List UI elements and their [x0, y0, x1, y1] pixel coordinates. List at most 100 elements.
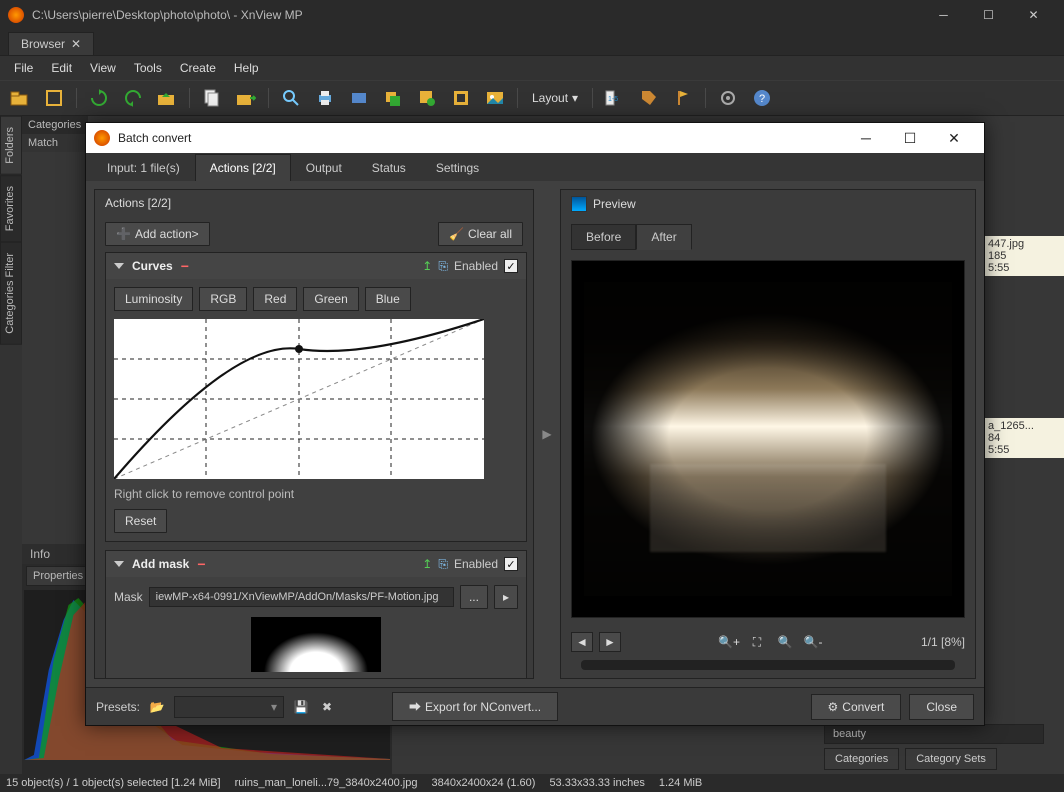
fit-icon[interactable]: ⛶	[746, 632, 768, 652]
presets-dropdown[interactable]	[174, 696, 284, 718]
collapse-icon[interactable]	[114, 263, 124, 269]
menu-create[interactable]: Create	[172, 58, 224, 78]
thumb-file-2[interactable]: a_1265...845:55	[984, 418, 1064, 458]
dialog-maximize-button[interactable]: ☐	[888, 123, 932, 153]
side-tab-folders[interactable]: Folders	[0, 116, 22, 175]
zoom-out-icon[interactable]: 🔍-	[802, 632, 824, 652]
dialog-minimize-button[interactable]: ─	[844, 123, 888, 153]
convert-icon[interactable]	[379, 84, 407, 112]
play-mask-button[interactable]: ▸	[494, 585, 518, 609]
preview-scrollbar[interactable]	[581, 660, 955, 670]
browser-tab-label: Browser	[21, 37, 65, 51]
delete-preset-icon[interactable]: ✖	[318, 698, 336, 716]
save-preset-icon[interactable]: 💾	[292, 698, 310, 716]
open-preset-icon[interactable]: 📂	[148, 698, 166, 716]
move-up-icon[interactable]: ↥	[422, 557, 432, 571]
reload-icon[interactable]	[119, 84, 147, 112]
mode-red[interactable]: Red	[253, 287, 297, 311]
dialog-close-button[interactable]: ✕	[932, 123, 976, 153]
preview-image	[584, 282, 952, 595]
preview-tab-after[interactable]: After	[636, 224, 691, 250]
preview-counter: 1/1 [8%]	[921, 635, 965, 649]
categories-tab[interactable]: Categories	[824, 748, 899, 770]
action-curves: Curves − ↥ ⎘ Enabled ✓ Luminosity RGB	[105, 252, 527, 542]
duplicate-icon[interactable]: ⎘	[438, 557, 448, 572]
tab-settings[interactable]: Settings	[421, 154, 494, 181]
properties-tab[interactable]: Properties	[26, 566, 90, 586]
action-add-mask: Add mask − ↥ ⎘ Enabled ✓ Mask iewMP-x64-…	[105, 550, 527, 678]
maximize-button[interactable]: ☐	[966, 0, 1011, 30]
menu-file[interactable]: File	[6, 58, 41, 78]
scanner-icon[interactable]	[345, 84, 373, 112]
menu-help[interactable]: Help	[226, 58, 267, 78]
statusbar: 15 object(s) / 1 object(s) selected [1.2…	[0, 774, 1064, 792]
remove-action-icon[interactable]: −	[197, 556, 205, 572]
tab-actions[interactable]: Actions [2/2]	[195, 154, 291, 181]
batch-icon[interactable]	[413, 84, 441, 112]
status-objects: 15 object(s) / 1 object(s) selected [1.2…	[6, 777, 221, 789]
zoom-100-icon[interactable]: 🔍	[774, 632, 796, 652]
mode-luminosity[interactable]: Luminosity	[114, 287, 193, 311]
move-up-icon[interactable]: ↥	[422, 259, 432, 273]
close-icon[interactable]: ✕	[71, 37, 81, 51]
duplicate-icon[interactable]: ⎘	[438, 259, 448, 274]
category-toolbar: beauty Categories Category Sets	[824, 724, 1044, 770]
side-tab-categories-filter[interactable]: Categories Filter	[0, 242, 22, 345]
mode-blue[interactable]: Blue	[365, 287, 411, 311]
tab-status[interactable]: Status	[357, 154, 421, 181]
help-icon[interactable]: ?	[748, 84, 776, 112]
preview-frame	[571, 260, 965, 618]
category-sets-tab[interactable]: Category Sets	[905, 748, 997, 770]
prev-image-button[interactable]: ◄	[571, 632, 593, 652]
layout-dropdown[interactable]: Layout ▾	[526, 89, 584, 107]
export-nconvert-button[interactable]: ⮕ Export for NConvert...	[392, 692, 558, 721]
thumbnails-icon[interactable]: 1-5	[601, 84, 629, 112]
preview-icon	[571, 196, 587, 212]
move-icon[interactable]	[232, 84, 260, 112]
main-titlebar: C:\Users\pierre\Desktop\photo\photo\ - X…	[0, 0, 1064, 30]
clear-all-button[interactable]: 🧹 Clear all	[438, 222, 523, 246]
enabled-checkbox[interactable]: ✓	[504, 259, 518, 273]
menu-tools[interactable]: Tools	[126, 58, 170, 78]
mask-path-input[interactable]: iewMP-x64-0991/XnViewMP/AddOn/Masks/PF-M…	[149, 587, 454, 607]
settings-icon[interactable]	[714, 84, 742, 112]
print-icon[interactable]	[311, 84, 339, 112]
remove-action-icon[interactable]: −	[181, 258, 189, 274]
mode-rgb[interactable]: RGB	[199, 287, 247, 311]
preview-tab-before[interactable]: Before	[571, 224, 636, 250]
side-tab-favorites[interactable]: Favorites	[0, 175, 22, 242]
reset-button[interactable]: Reset	[114, 509, 167, 533]
tab-output[interactable]: Output	[291, 154, 357, 181]
fullscreen-icon[interactable]	[40, 84, 68, 112]
collapse-icon[interactable]	[114, 561, 124, 567]
enabled-label: Enabled	[454, 259, 498, 273]
expand-handle[interactable]: ▶	[542, 189, 552, 679]
image-icon[interactable]	[481, 84, 509, 112]
curves-label: Curves	[132, 259, 173, 273]
refresh-icon[interactable]	[85, 84, 113, 112]
up-folder-icon[interactable]	[153, 84, 181, 112]
next-image-button[interactable]: ►	[599, 632, 621, 652]
tag-icon[interactable]	[635, 84, 663, 112]
close-button[interactable]: ✕	[1011, 0, 1056, 30]
enabled-checkbox[interactable]: ✓	[504, 557, 518, 571]
minimize-button[interactable]: ─	[921, 0, 966, 30]
menu-edit[interactable]: Edit	[43, 58, 80, 78]
thumb-file-1[interactable]: 447.jpg1855:55	[984, 236, 1064, 276]
search-icon[interactable]	[277, 84, 305, 112]
category-field[interactable]: beauty	[824, 724, 1044, 744]
add-action-button[interactable]: ➕ Add action>	[105, 222, 210, 246]
open-icon[interactable]	[6, 84, 34, 112]
tab-input[interactable]: Input: 1 file(s)	[92, 154, 195, 181]
browser-tab[interactable]: Browser ✕	[8, 32, 94, 55]
curve-canvas[interactable]	[114, 319, 484, 479]
mode-green[interactable]: Green	[303, 287, 358, 311]
convert-button[interactable]: ⚙ Convert	[811, 694, 902, 720]
zoom-in-icon[interactable]: 🔍+	[718, 632, 740, 652]
close-dialog-button[interactable]: Close	[909, 694, 974, 720]
resize-icon[interactable]	[447, 84, 475, 112]
menu-view[interactable]: View	[82, 58, 124, 78]
flag-icon[interactable]	[669, 84, 697, 112]
copy-icon[interactable]	[198, 84, 226, 112]
browse-mask-button[interactable]: ...	[460, 585, 488, 609]
